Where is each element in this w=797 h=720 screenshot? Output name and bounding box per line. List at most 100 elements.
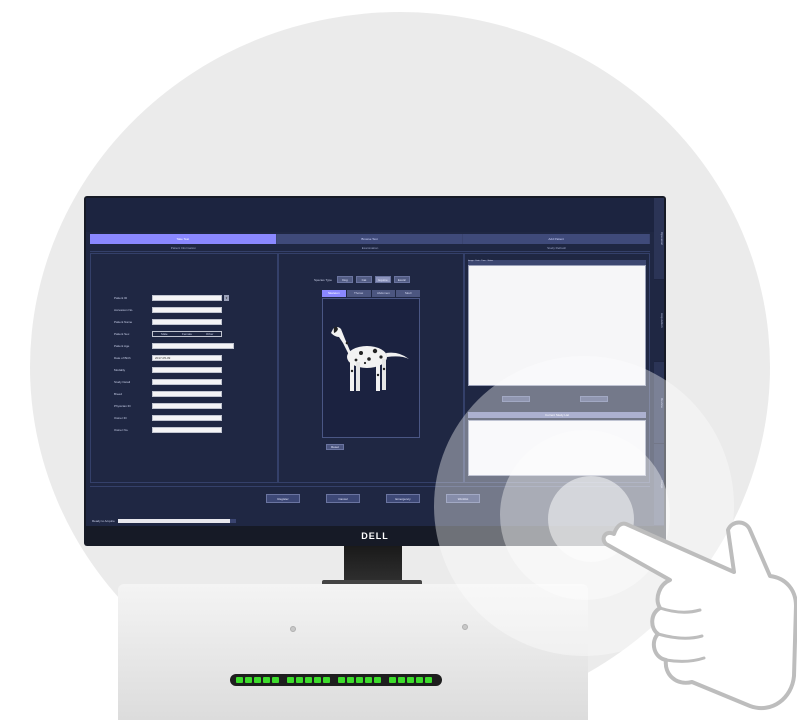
- owner-no-input[interactable]: [152, 427, 222, 433]
- form-row-patient-name: Patient Name: [114, 319, 222, 325]
- form-row-owner-id: Owner ID: [114, 415, 222, 421]
- age-input[interactable]: [152, 343, 234, 349]
- species-equine-button[interactable]: Equine: [374, 276, 391, 283]
- led-segment: [305, 677, 312, 683]
- accession-input[interactable]: [152, 307, 222, 313]
- led-segment: [416, 677, 423, 683]
- cancel-button[interactable]: Cancel: [326, 494, 360, 503]
- led-segment: [407, 677, 414, 683]
- form-label: Modality: [114, 368, 126, 372]
- status-row: Ready to Acquire: [92, 518, 236, 524]
- breed-input[interactable]: [152, 391, 222, 397]
- form-row-patient-sex: Patient Sex Male Female Other: [114, 331, 222, 337]
- tab-thorax[interactable]: Thorax: [346, 290, 371, 297]
- patient-name-input[interactable]: [152, 319, 222, 325]
- form-label: Accession No.: [114, 308, 134, 312]
- dog-spot: [379, 355, 383, 359]
- tab-browse-test[interactable]: Browse Test: [276, 234, 464, 244]
- led-segment: [323, 677, 330, 683]
- led-segment: [356, 677, 363, 683]
- led-segment: [425, 677, 432, 683]
- form-label: Patient ID: [114, 296, 128, 300]
- form-row-patient-id: Patient ID ▾: [114, 295, 229, 301]
- led-segment: [374, 677, 381, 683]
- form-row-age: Patient Age: [114, 343, 234, 349]
- owner-id-input[interactable]: [152, 415, 222, 421]
- led-segment: [389, 677, 396, 683]
- section-head-study: Study Refresh: [463, 245, 651, 252]
- sex-radio-female[interactable]: Female: [176, 332, 199, 336]
- monitor-stand: [344, 546, 402, 584]
- led-segment: [263, 677, 270, 683]
- dog-spot: [354, 358, 358, 362]
- form-label: Date of Birth: [114, 356, 131, 360]
- led-gap: [383, 677, 387, 683]
- led-segment: [272, 677, 279, 683]
- form-label: Owner No.: [114, 428, 129, 432]
- tab-skull[interactable]: Skull: [396, 290, 420, 297]
- form-row-physician: Physician ID: [114, 403, 222, 409]
- dob-input[interactable]: 2017-05-09: [152, 355, 222, 361]
- led-segment: [398, 677, 405, 683]
- side-tab-operation[interactable]: Operation: [654, 198, 664, 280]
- species-label: Species Type: [314, 277, 332, 282]
- study-detail-input[interactable]: [152, 379, 222, 385]
- dog-spot: [350, 369, 354, 373]
- form-label: Study Detail: [114, 380, 131, 384]
- tab-take-test[interactable]: Take Test: [90, 234, 277, 244]
- anatomy-selector[interactable]: [322, 298, 420, 438]
- body-region-tabs: Skeleton Thorax Abdomen Skull: [322, 290, 420, 297]
- emergency-button[interactable]: Emergency: [386, 494, 420, 503]
- led-gap: [281, 677, 285, 683]
- chevron-down-icon[interactable]: ▾: [224, 295, 229, 301]
- form-row-owner-no: Owner No.: [114, 427, 222, 433]
- led-segment: [254, 677, 261, 683]
- tab-add-patient[interactable]: Add Patient: [463, 234, 651, 244]
- form-row-study-detail: Study Detail: [114, 379, 222, 385]
- sex-radio-other[interactable]: Other: [198, 332, 221, 336]
- led-segment: [314, 677, 321, 683]
- status-label: Ready to Acquire: [92, 519, 115, 523]
- species-cat-button[interactable]: Cat: [355, 276, 372, 283]
- register-button[interactable]: Register: [266, 494, 300, 503]
- led-segment: [347, 677, 354, 683]
- console-screw: [462, 624, 468, 630]
- form-row-accession: Accession No.: [114, 307, 222, 313]
- reset-button[interactable]: Reset: [326, 444, 344, 450]
- form-label: Patient Sex: [114, 332, 130, 336]
- led-segment: [338, 677, 345, 683]
- led-segment: [287, 677, 294, 683]
- led-indicator-bar: [230, 674, 442, 686]
- form-label: Breed: [114, 392, 123, 396]
- sex-radio-group: Male Female Other: [152, 331, 222, 337]
- status-progress-bar: [117, 519, 236, 523]
- sex-radio-male[interactable]: Male: [153, 332, 176, 336]
- species-exotic-button[interactable]: Exotic: [393, 276, 410, 283]
- dog-spot: [359, 351, 363, 355]
- section-head-patient: Patient Information: [90, 245, 277, 252]
- modality-input[interactable]: [152, 367, 222, 373]
- section-head-exam: Examination: [276, 245, 464, 252]
- console-screw: [290, 626, 296, 632]
- led-segment: [236, 677, 243, 683]
- dog-leg: [382, 359, 386, 390]
- form-label: Patient Age: [114, 344, 130, 348]
- species-selector: Species Type Dog Cat Equine Exotic: [314, 276, 410, 283]
- dalmatian-image: [331, 326, 409, 391]
- dog-spot: [345, 341, 349, 345]
- form-label: Owner ID: [114, 416, 127, 420]
- tab-skeleton[interactable]: Skeleton: [322, 290, 346, 297]
- form-label: Patient Name: [114, 320, 133, 324]
- section-headers: Patient Information Examination Study Re…: [90, 245, 651, 252]
- tab-abdomen[interactable]: Abdomen: [371, 290, 396, 297]
- species-dog-button[interactable]: Dog: [336, 276, 353, 283]
- led-gap: [332, 677, 336, 683]
- led-segment: [245, 677, 252, 683]
- form-row-dob: Date of Birth 2017-05-09: [114, 355, 222, 361]
- side-tab-acquisition[interactable]: Acquisition: [654, 280, 664, 362]
- dog-spot: [376, 373, 380, 377]
- progress-fill: [117, 519, 230, 523]
- led-segment: [296, 677, 303, 683]
- patient-id-input[interactable]: [152, 295, 222, 301]
- physician-input[interactable]: [152, 403, 222, 409]
